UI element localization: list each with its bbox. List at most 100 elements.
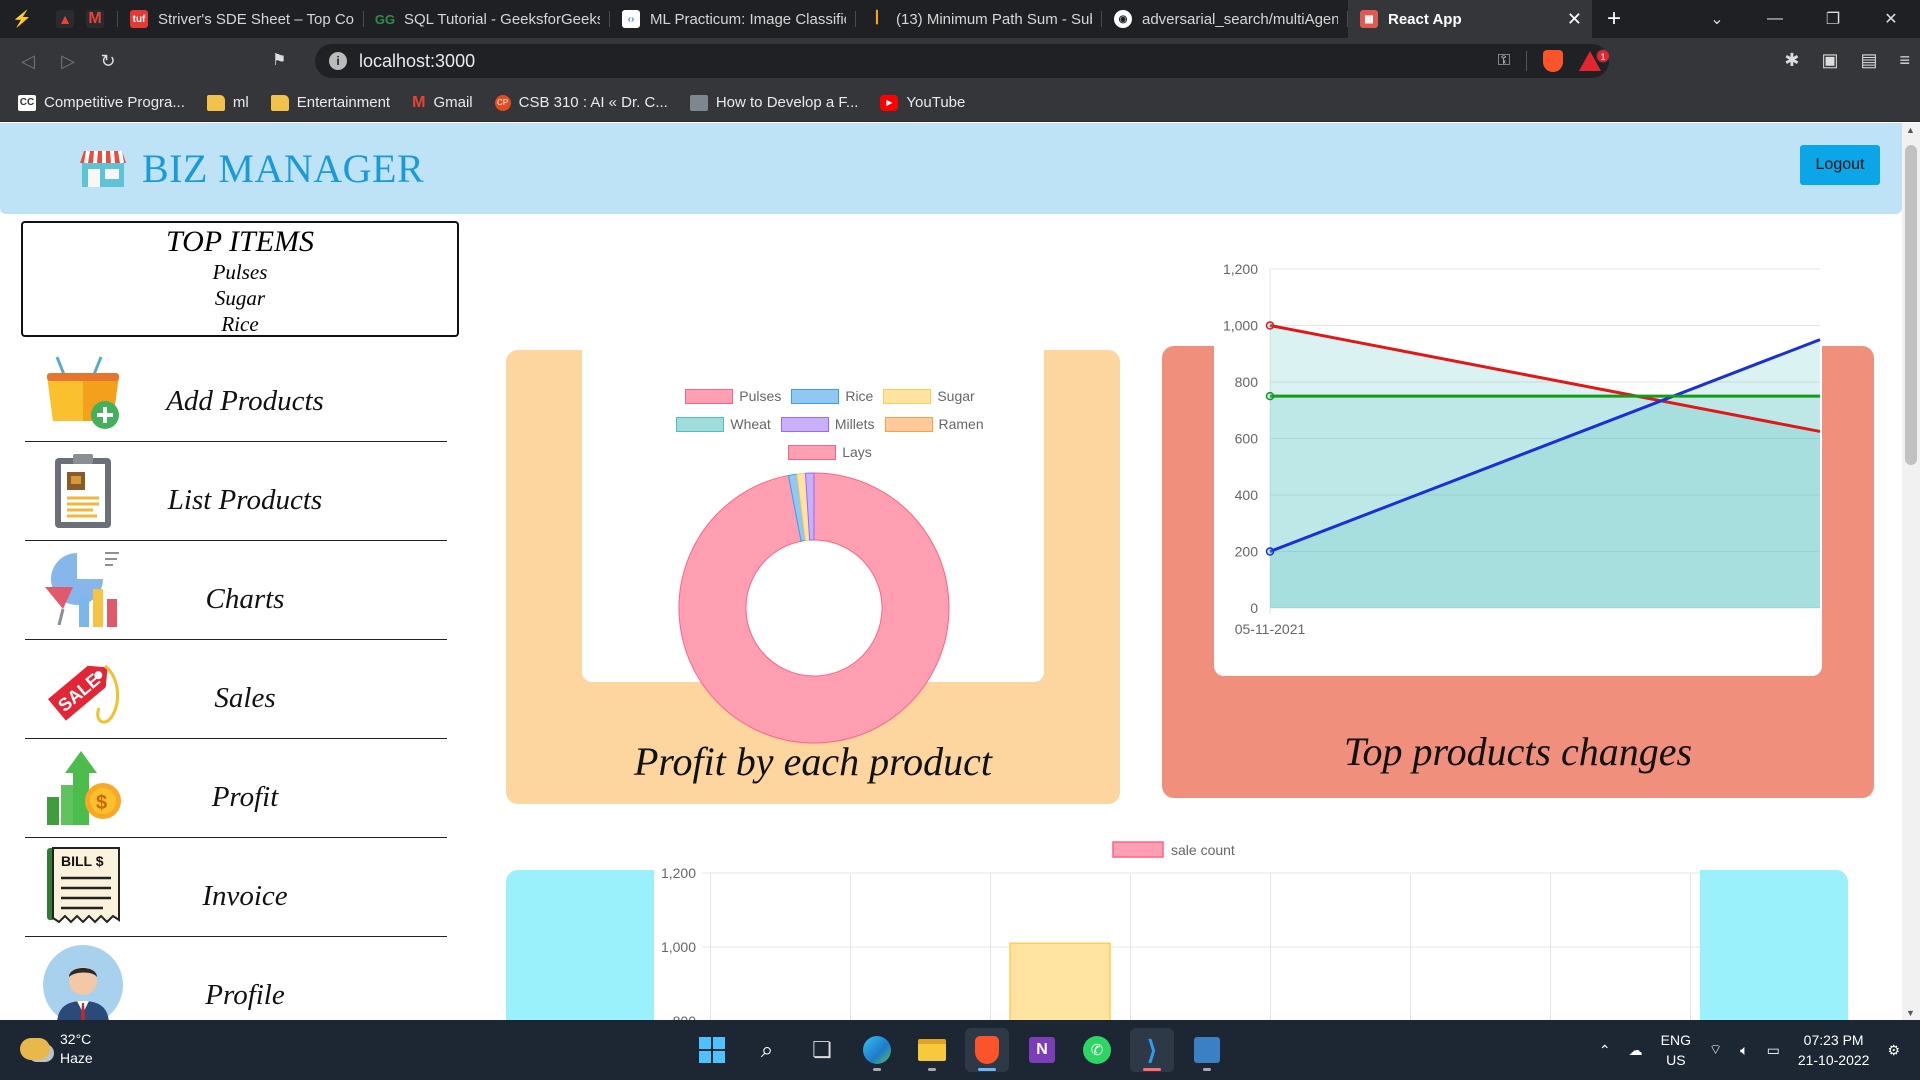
temperature: 32°C xyxy=(60,1031,92,1047)
legend-label: Wheat xyxy=(730,416,771,432)
minimize-icon[interactable]: — xyxy=(1746,10,1804,28)
bill-icon: BILL $ xyxy=(47,847,120,924)
onedrive-icon[interactable]: ☁ xyxy=(1629,1042,1643,1059)
cp-icon: CP xyxy=(494,94,511,111)
legend-row: Pulses Rice Sugar xyxy=(640,382,1020,410)
bookmark-item[interactable]: ▶ YouTube xyxy=(880,94,965,111)
extensions-icon[interactable]: ✱ xyxy=(1784,50,1799,71)
menu-label: Add Products xyxy=(166,385,324,417)
volume-icon[interactable]: 🔈︎ xyxy=(1740,1042,1748,1059)
menu-item-profit[interactable]: $ Profit xyxy=(25,739,447,838)
tab-list-chevron-icon[interactable]: ⌄ xyxy=(1688,9,1746,29)
github-icon: ◉ xyxy=(1114,10,1132,28)
bookmark-item[interactable]: M Gmail xyxy=(412,94,473,112)
vscode-button[interactable]: ⟩ xyxy=(1130,1028,1174,1072)
menu-item-list-products[interactable]: List Products xyxy=(25,442,447,541)
menu-icon[interactable]: ≡ xyxy=(1899,50,1910,71)
close-window-icon[interactable]: ✕ xyxy=(1862,9,1920,29)
tab-5-active[interactable]: ▦ React App ✕ xyxy=(1348,0,1592,38)
menu-item-profile[interactable]: Profile xyxy=(25,937,447,1020)
close-tab-icon[interactable]: ✕ xyxy=(1567,9,1582,30)
task-view-button[interactable]: ❏ xyxy=(800,1028,844,1072)
logout-button[interactable]: Logout xyxy=(1800,145,1880,185)
legend-swatch xyxy=(780,416,829,432)
tab-1[interactable]: GG SQL Tutorial - GeeksforGeeks xyxy=(364,0,610,38)
legend-item[interactable]: Rice xyxy=(791,388,873,404)
menu-item-invoice[interactable]: BILL $ Invoice xyxy=(25,838,447,937)
language-indicator[interactable]: ENG US xyxy=(1661,1030,1691,1070)
legend-item[interactable]: Wheat xyxy=(676,416,771,432)
bookmark-item[interactable]: How to Develop a F... xyxy=(689,94,858,111)
legend-item[interactable]: Millets xyxy=(780,416,875,432)
wifi-icon[interactable]: ⌔ xyxy=(1709,1041,1722,1059)
python-ide-button[interactable] xyxy=(1185,1028,1229,1072)
x-tick-label: 05-11-2021 xyxy=(1235,621,1306,637)
sidebar-icon[interactable]: ▣ xyxy=(1821,50,1838,71)
menu-item-sales[interactable]: SALE Sales xyxy=(25,640,447,739)
bookmark-label: Entertainment xyxy=(296,94,391,111)
whatsapp-icon: ✆ xyxy=(1083,1036,1111,1064)
rewards-badge: 1 xyxy=(1596,49,1610,63)
y-tick-label: 1,200 xyxy=(1223,261,1258,277)
new-tab-button[interactable]: + xyxy=(1592,5,1636,33)
forward-icon[interactable]: ▷ xyxy=(48,51,88,72)
legend-item[interactable]: Sugar xyxy=(883,388,975,404)
restore-icon[interactable]: ❐ xyxy=(1804,9,1862,29)
page-scrollbar[interactable]: ▲ ▼ xyxy=(1902,123,1920,1020)
menu-label: Sales xyxy=(214,682,276,714)
scroll-up-icon[interactable]: ▲ xyxy=(1906,125,1915,135)
notifications-icon[interactable]: ⚙ xyxy=(1887,1042,1900,1059)
site-info-icon[interactable]: i xyxy=(329,52,347,70)
charts-icon xyxy=(45,552,119,627)
onenote-button[interactable]: N xyxy=(1020,1028,1064,1072)
url-input[interactable]: i localhost:3000 ⚿ 1 xyxy=(315,44,1610,78)
tab-search-icon[interactable]: ⚡ xyxy=(0,0,44,38)
cc-icon: CC xyxy=(18,94,36,111)
brave-rewards-icon[interactable]: 1 xyxy=(1579,49,1610,71)
tab-3[interactable]: ꟾ (13) Minimum Path Sum - Sub xyxy=(856,0,1102,38)
legend-item[interactable]: Ramen xyxy=(884,416,984,432)
y-tick-label: 1,000 xyxy=(661,939,696,955)
address-bar-row: ◁ ▷ ↻ ⚑ i localhost:3000 ⚿ 1 ✱ ▣ ▤ ≡ xyxy=(0,38,1920,84)
bookmark-icon[interactable]: ⚑ xyxy=(272,50,286,70)
whatsapp-button[interactable]: ✆ xyxy=(1075,1028,1119,1072)
task-view-icon: ❏ xyxy=(812,1037,832,1062)
pinned-tab-gmail[interactable]: ▲ M xyxy=(44,0,118,38)
wallet-icon[interactable]: ▤ xyxy=(1860,50,1877,71)
bookmark-folder[interactable]: Entertainment xyxy=(270,94,391,111)
bookmark-folder[interactable]: ml xyxy=(206,94,249,111)
file-explorer-button[interactable] xyxy=(910,1028,954,1072)
top-item: Rice xyxy=(221,312,259,336)
menu-item-charts[interactable]: Charts xyxy=(25,541,447,640)
brave-button[interactable] xyxy=(965,1028,1009,1072)
scroll-down-icon[interactable]: ▼ xyxy=(1906,1008,1915,1018)
key-icon[interactable]: ⚿ xyxy=(1498,52,1510,70)
scroll-thumb[interactable] xyxy=(1905,145,1917,465)
gmail-icon: M xyxy=(412,93,426,111)
tab-2[interactable]: ‹› ML Practicum: Image Classifica xyxy=(610,0,856,38)
brave-shields-icon[interactable] xyxy=(1543,50,1563,72)
clock[interactable]: 07:23 PM 21-10-2022 xyxy=(1798,1030,1870,1070)
bookmark-item[interactable]: CC Competitive Progra... xyxy=(18,94,185,111)
start-button[interactable] xyxy=(690,1028,734,1072)
edge-button[interactable] xyxy=(855,1028,899,1072)
top-item: Pulses xyxy=(212,260,268,284)
tab-4[interactable]: ◉ adversarial_search/multiAgent xyxy=(1102,0,1348,38)
legend-item[interactable]: Lays xyxy=(788,444,872,460)
back-icon[interactable]: ◁ xyxy=(8,51,48,72)
folder-icon xyxy=(270,94,289,111)
menu-item-add-products[interactable]: Add Products xyxy=(25,343,447,442)
store-icon: ▦ xyxy=(1360,10,1378,28)
reload-icon[interactable]: ↻ xyxy=(88,51,128,72)
search-button[interactable]: ⌕ xyxy=(745,1028,789,1072)
tab-0[interactable]: tuf Striver's SDE Sheet – Top Codi xyxy=(118,0,364,38)
bookmark-item[interactable]: CP CSB 310 : AI « Dr. C... xyxy=(494,94,668,111)
python-ide-icon xyxy=(1194,1037,1220,1063)
top-item: Sugar xyxy=(214,286,266,310)
chevron-up-icon[interactable]: ⌃ xyxy=(1599,1042,1611,1059)
weather-widget[interactable]: 32°C Haze xyxy=(20,1030,93,1068)
y-tick-label: 600 xyxy=(1235,431,1259,447)
battery-icon[interactable]: ▭ xyxy=(1767,1042,1780,1059)
legend-item[interactable]: Pulses xyxy=(685,388,781,404)
y-tick-label: 800 xyxy=(1235,374,1259,390)
